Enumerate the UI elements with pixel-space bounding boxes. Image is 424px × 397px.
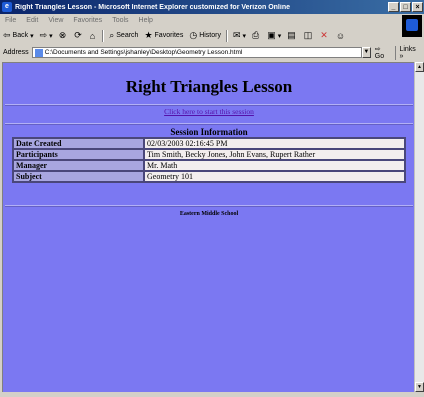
mail-button[interactable]: ✉ ▾: [230, 30, 249, 41]
stop-button[interactable]: ⊗: [56, 30, 72, 41]
address-url: C:\Documents and Settings\jshanley\Deskt…: [44, 49, 243, 56]
row-label: Participants: [13, 149, 144, 160]
status-bar: [0, 392, 424, 397]
minimize-button[interactable]: _: [388, 2, 399, 12]
research-icon: ✕: [320, 30, 328, 40]
go-arrow-icon: ⇨: [374, 46, 381, 53]
row-value: Mr. Math: [144, 160, 405, 171]
scroll-down-button[interactable]: ▼: [415, 382, 424, 392]
history-label: History: [199, 32, 221, 39]
go-button[interactable]: ⇨ Go: [371, 45, 396, 60]
windows-logo-icon: [402, 15, 422, 37]
refresh-button[interactable]: ⟳: [71, 30, 87, 41]
toolbar: ⇦ Back ▾ ⇨ ▾ ⊗ ⟳ ⌂ ⌕ Search ★ Favorites ◷ Hist…: [0, 27, 400, 44]
menu-edit[interactable]: Edit: [21, 17, 43, 24]
research-button[interactable]: ✕: [317, 30, 333, 41]
menu-help[interactable]: Help: [134, 17, 158, 24]
chat-icon: ☺: [335, 30, 346, 41]
edit-icon: ▣: [267, 30, 276, 40]
table-row: Participants Tim Smith, Becky Jones, Joh…: [13, 149, 405, 160]
divider: [5, 205, 413, 207]
window-title: Right Triangles Lesson - Microsoft Inter…: [15, 3, 290, 11]
row-label: Manager: [13, 160, 144, 171]
address-input[interactable]: C:\Documents and Settings\jshanley\Deskt…: [31, 47, 362, 58]
history-button[interactable]: ◷ History: [186, 30, 224, 41]
table-row: Subject Geometry 101: [13, 171, 405, 182]
ie-icon: e: [2, 2, 12, 12]
table-row: Manager Mr. Math: [13, 160, 405, 171]
discuss-button[interactable]: ▤: [284, 30, 301, 41]
print-icon: ⎙: [252, 30, 260, 40]
forward-button[interactable]: ⇨ ▾: [37, 30, 56, 41]
back-arrow-icon: ⇦: [3, 30, 11, 40]
back-button[interactable]: ⇦ Back ▾: [0, 30, 37, 41]
row-value: 02/03/2003 02:16:45 PM: [144, 138, 405, 149]
page-title: Right Triangles Lesson: [125, 77, 293, 96]
messenger-icon: ◫: [303, 30, 313, 40]
footer-school-name: Eastern Middle School: [179, 211, 239, 217]
links-button[interactable]: Links »: [395, 45, 424, 60]
messenger-button[interactable]: ◫: [301, 30, 318, 41]
menu-view[interactable]: View: [43, 17, 68, 24]
address-dropdown-button[interactable]: ▼: [361, 47, 371, 58]
toolbar-separator: [225, 29, 228, 42]
session-info-table: Date Created 02/03/2003 02:16:45 PM Part…: [12, 137, 406, 183]
address-label: Address: [3, 49, 29, 56]
row-value: Geometry 101: [144, 171, 405, 182]
maximize-button[interactable]: □: [400, 2, 411, 12]
home-button[interactable]: ⌂: [87, 31, 100, 41]
toolbar-separator: [102, 29, 105, 42]
scroll-up-button[interactable]: ▲: [415, 62, 424, 72]
favorites-label: Favorites: [154, 32, 184, 39]
history-icon: ◷: [189, 30, 198, 40]
print-button[interactable]: ⎙: [249, 30, 264, 41]
back-label: Back: [12, 32, 29, 39]
page-icon: [34, 48, 43, 57]
title-bar: e Right Triangles Lesson - Microsoft Int…: [0, 0, 424, 14]
start-session-link[interactable]: Click here to start this session: [3, 107, 415, 116]
divider: [5, 123, 413, 125]
session-info-heading: Session Information: [170, 127, 248, 137]
favorites-button[interactable]: ★ Favorites: [141, 30, 186, 41]
stop-icon: ⊗: [58, 30, 67, 40]
mail-icon: ✉: [232, 30, 241, 40]
favorites-icon: ★: [144, 30, 153, 40]
page-content: Right Triangles Lesson Click here to sta…: [2, 62, 415, 393]
row-label: Subject: [13, 171, 144, 182]
search-icon: ⌕: [109, 30, 115, 40]
vertical-scrollbar[interactable]: ▲ ▼: [414, 62, 424, 392]
edit-button[interactable]: ▣ ▾: [264, 30, 284, 41]
menu-tools[interactable]: Tools: [107, 17, 133, 24]
row-value: Tim Smith, Becky Jones, John Evans, Rupe…: [144, 149, 405, 160]
refresh-icon: ⟳: [74, 30, 82, 40]
forward-arrow-icon: ⇨: [39, 30, 48, 40]
discuss-icon: ▤: [287, 30, 296, 40]
menu-bar: File Edit View Favorites Tools Help: [0, 14, 424, 26]
menu-file[interactable]: File: [0, 17, 21, 24]
search-label: Search: [116, 32, 139, 39]
row-label: Date Created: [13, 138, 144, 149]
chat-button[interactable]: ☺: [333, 31, 350, 41]
close-button[interactable]: ×: [412, 2, 423, 12]
menu-favorites[interactable]: Favorites: [68, 17, 107, 24]
home-icon: ⌂: [89, 30, 96, 41]
search-button[interactable]: ⌕ Search: [106, 30, 141, 41]
address-bar: Address C:\Documents and Settings\jshanl…: [0, 45, 424, 60]
divider: [5, 104, 413, 106]
table-row: Date Created 02/03/2003 02:16:45 PM: [13, 138, 405, 149]
